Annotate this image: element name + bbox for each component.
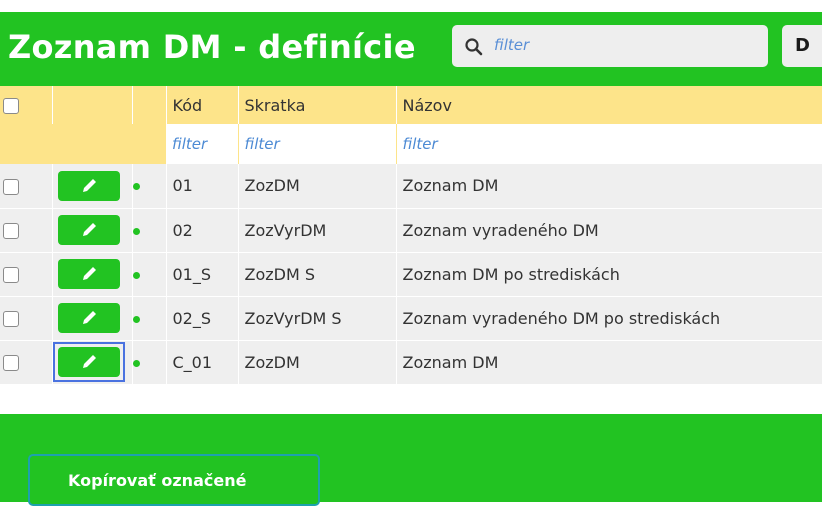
cell-nazov: Zoznam vyradeného DM po strediskách bbox=[396, 296, 822, 340]
filter-input-nazov[interactable]: filter bbox=[396, 124, 822, 164]
cell-kod: 02 bbox=[166, 208, 239, 252]
table-row: C_01 ZozDM Zoznam DM bbox=[0, 340, 822, 384]
cell-skratka: ZozVyrDM S bbox=[238, 296, 397, 340]
table-row: 01 ZozDM Zoznam DM bbox=[0, 164, 822, 208]
cell-kod: 01 bbox=[166, 164, 239, 208]
cell-nazov: Zoznam DM bbox=[396, 340, 822, 384]
edit-button[interactable] bbox=[57, 303, 120, 333]
copy-selected-label: Kopírovať označené bbox=[68, 471, 247, 490]
filter-input-skratka[interactable]: filter bbox=[238, 124, 397, 164]
page-header: Zoznam DM - definície filter D bbox=[0, 12, 822, 86]
cell-kod: 01_S bbox=[166, 252, 239, 296]
table-row: 02 ZozVyrDM Zoznam vyradeného DM bbox=[0, 208, 822, 252]
row-checkbox[interactable] bbox=[3, 223, 19, 239]
header-action-button[interactable]: D bbox=[782, 25, 822, 67]
edit-button[interactable] bbox=[57, 347, 120, 377]
row-checkbox[interactable] bbox=[3, 355, 19, 371]
table-filter-row: filter filter filter bbox=[0, 124, 822, 164]
column-header-kod[interactable]: Kód bbox=[166, 86, 239, 124]
active-dot-icon bbox=[132, 315, 140, 323]
active-dot-icon bbox=[132, 227, 140, 235]
page-title: Zoznam DM - definície bbox=[8, 28, 416, 66]
copy-selected-button[interactable]: Kopírovať označené bbox=[28, 454, 320, 506]
search-input[interactable]: filter bbox=[494, 36, 529, 54]
row-checkbox[interactable] bbox=[3, 267, 19, 283]
pencil-icon bbox=[82, 355, 96, 368]
active-dot-icon bbox=[132, 271, 140, 279]
cell-skratka: ZozDM bbox=[238, 164, 397, 208]
pencil-icon bbox=[82, 223, 96, 236]
select-all-checkbox[interactable] bbox=[3, 98, 19, 114]
active-dot-icon bbox=[132, 359, 140, 367]
cell-nazov: Zoznam vyradeného DM bbox=[396, 208, 822, 252]
pencil-icon bbox=[82, 178, 96, 192]
table-row: 02_S ZozVyrDM S Zoznam vyradeného DM po … bbox=[0, 296, 822, 340]
header-edit-cell bbox=[52, 86, 133, 124]
cell-kod: C_01 bbox=[166, 340, 239, 384]
pencil-icon bbox=[82, 311, 96, 324]
active-dot-icon bbox=[132, 183, 140, 191]
table-header-row: Kód Skratka Názov bbox=[0, 86, 822, 124]
cell-skratka: ZozDM S bbox=[238, 252, 397, 296]
top-strip bbox=[0, 0, 822, 12]
header-status-cell bbox=[132, 86, 167, 124]
search-box[interactable]: filter bbox=[452, 25, 768, 67]
cell-skratka: ZozDM bbox=[238, 340, 397, 384]
page-footer: Kopírovať označené bbox=[0, 414, 822, 506]
row-checkbox[interactable] bbox=[3, 178, 19, 195]
table-row: 01_S ZozDM S Zoznam DM po strediskách bbox=[0, 252, 822, 296]
column-header-nazov[interactable]: Názov bbox=[396, 86, 822, 124]
header-action-label: D bbox=[795, 35, 810, 56]
edit-button[interactable] bbox=[57, 259, 120, 289]
cell-kod: 02_S bbox=[166, 296, 239, 340]
focused-edit-outline bbox=[52, 342, 125, 382]
pencil-icon bbox=[82, 267, 96, 280]
edit-button[interactable] bbox=[57, 170, 120, 201]
definitions-table: Kód Skratka Názov filter filter filter 0… bbox=[0, 86, 822, 385]
row-checkbox[interactable] bbox=[3, 311, 19, 327]
search-icon bbox=[464, 37, 484, 57]
cell-nazov: Zoznam DM po strediskách bbox=[396, 252, 822, 296]
edit-button[interactable] bbox=[57, 215, 120, 245]
column-header-skratka[interactable]: Skratka bbox=[238, 86, 397, 124]
cell-nazov: Zoznam DM bbox=[396, 164, 822, 208]
cell-skratka: ZozVyrDM bbox=[238, 208, 397, 252]
select-all-cell[interactable] bbox=[0, 86, 53, 124]
filter-input-kod[interactable]: filter bbox=[166, 124, 239, 164]
